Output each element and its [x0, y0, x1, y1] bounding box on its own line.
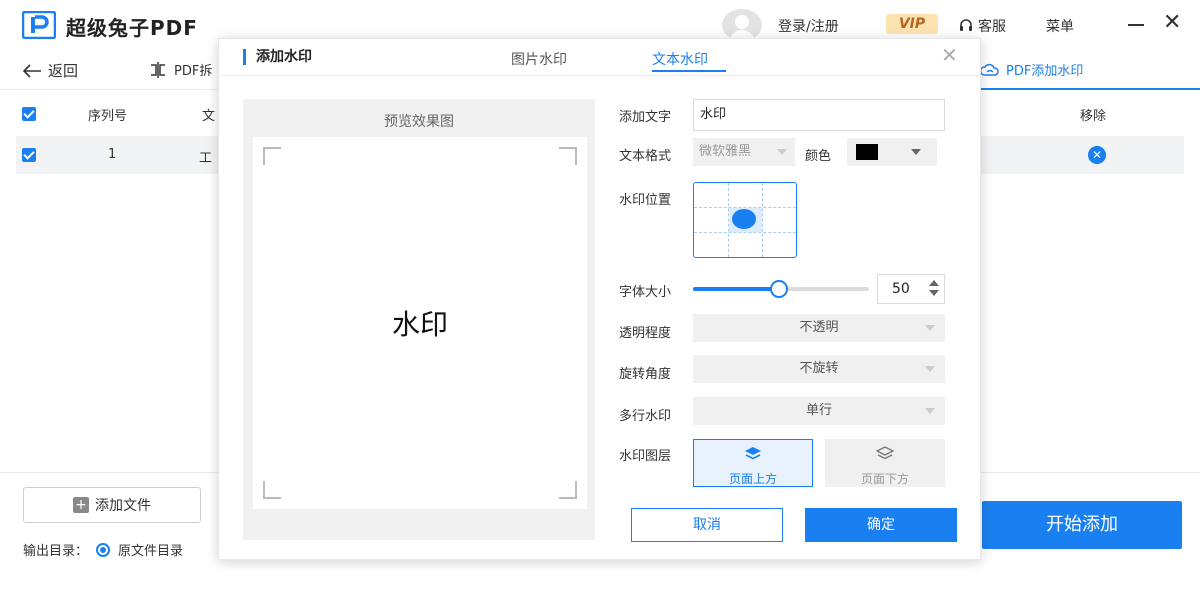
- split-icon: [151, 61, 165, 78]
- label-opacity: 透明程度: [619, 326, 672, 341]
- chevron-down-icon: [777, 149, 787, 155]
- vip-badge[interactable]: VIP: [886, 14, 938, 34]
- col-name-header: 文: [202, 109, 216, 124]
- output-dir-label: 输出目录：: [23, 544, 89, 559]
- active-tab-underline: [652, 70, 726, 72]
- chevron-down-icon: [911, 149, 921, 155]
- remove-icon[interactable]: ✕: [1088, 146, 1106, 164]
- label-font-size: 字体大小: [619, 285, 672, 300]
- output-dir-option[interactable]: 原文件目录: [118, 540, 183, 559]
- tab-image-watermark[interactable]: 图片水印: [511, 49, 567, 69]
- slider-handle[interactable]: [770, 280, 789, 298]
- position-grid[interactable]: [693, 182, 797, 258]
- opacity-select[interactable]: 不透明: [693, 314, 945, 342]
- multiline-value: 单行: [805, 403, 832, 418]
- col-index-header: 序列号: [88, 109, 128, 124]
- back-button[interactable]: 返回: [22, 60, 78, 81]
- window-close-icon[interactable]: ✕: [1163, 12, 1181, 34]
- output-dir-radio[interactable]: [96, 542, 111, 557]
- plus-icon: +: [73, 497, 89, 513]
- active-tool-underline: [980, 88, 1200, 90]
- label-position: 水印位置: [619, 193, 672, 208]
- chevron-down-icon: [925, 366, 935, 372]
- font-select[interactable]: 微软雅黑: [693, 138, 795, 166]
- dialog-title: 添加水印: [243, 49, 312, 65]
- avatar[interactable]: [722, 9, 762, 41]
- col-remove-header: 移除: [1080, 109, 1107, 124]
- opacity-value: 不透明: [799, 320, 839, 335]
- dialog-divider: [219, 75, 980, 76]
- preview-title: 预览效果图: [384, 114, 454, 130]
- crop-corner-icon: [263, 481, 281, 499]
- font-size-input[interactable]: 50: [877, 274, 945, 304]
- tool-pdf-split[interactable]: PDF拆: [148, 60, 212, 79]
- layer-below-button[interactable]: 页面下方: [825, 439, 945, 487]
- color-swatch: [856, 144, 878, 160]
- headset-icon: [960, 19, 972, 31]
- start-add-button[interactable]: 开始添加: [982, 501, 1182, 549]
- layer-below-label: 页面下方: [860, 472, 909, 486]
- label-text-format: 文本格式: [619, 149, 672, 164]
- select-all-checkbox[interactable]: [22, 107, 36, 121]
- tool-pdf-watermark[interactable]: PDF添加水印: [980, 60, 1083, 79]
- preview-panel: 预览效果图 水印: [243, 99, 595, 540]
- crop-corner-icon: [263, 147, 281, 165]
- crop-corner-icon: [559, 481, 577, 499]
- customer-service-button[interactable]: 客服: [958, 16, 1006, 36]
- row-checkbox[interactable]: [22, 148, 36, 162]
- rotation-value: 不旋转: [799, 361, 839, 376]
- preview-watermark-text: 水印: [391, 308, 448, 341]
- row-file-name: 工: [199, 151, 213, 166]
- dialog-close-icon[interactable]: ✕: [941, 45, 958, 65]
- position-marker[interactable]: [732, 209, 756, 229]
- slider-fill: [693, 287, 780, 291]
- layer-above-label: 页面上方: [728, 472, 777, 486]
- label-add-text: 添加文字: [619, 110, 672, 125]
- label-layer: 水印图层: [619, 449, 672, 464]
- font-value: 微软雅黑: [699, 144, 752, 159]
- rotation-select[interactable]: 不旋转: [693, 355, 945, 383]
- preview-page: 水印: [253, 137, 587, 509]
- font-size-slider[interactable]: [693, 280, 869, 298]
- multiline-select[interactable]: 单行: [693, 397, 945, 425]
- row-index: 1: [108, 147, 117, 162]
- layer-above-button[interactable]: 页面上方: [693, 439, 813, 487]
- label-multiline: 多行水印: [619, 409, 672, 424]
- label-color: 颜色: [805, 149, 832, 164]
- label-rotation: 旋转角度: [619, 367, 672, 382]
- back-label: 返回: [48, 62, 79, 80]
- app-title: 超级兔子PDF: [66, 16, 198, 40]
- arrow-left-icon: [22, 63, 41, 78]
- crop-corner-icon: [559, 147, 577, 165]
- color-select[interactable]: [847, 138, 937, 166]
- confirm-button[interactable]: 确定: [805, 508, 957, 542]
- add-file-label: 添加文件: [95, 498, 151, 514]
- tool-label: PDF拆: [174, 64, 213, 79]
- watermark-tool-icon: [980, 63, 999, 76]
- output-dir: 输出目录： 原文件目录: [23, 540, 183, 559]
- tab-text-watermark[interactable]: 文本水印: [652, 49, 708, 69]
- cancel-button[interactable]: 取消: [631, 508, 783, 542]
- layers-outline-icon: [826, 446, 944, 466]
- layers-icon: [694, 446, 812, 466]
- login-link[interactable]: 登录/注册: [778, 16, 839, 36]
- chevron-down-icon: [925, 408, 935, 414]
- add-file-button[interactable]: + 添加文件: [23, 487, 201, 523]
- menu-button[interactable]: 菜单: [1046, 16, 1074, 36]
- active-tool-label: PDF添加水印: [1006, 64, 1084, 79]
- service-label: 客服: [978, 19, 1006, 35]
- chevron-down-icon: [925, 325, 935, 331]
- spin-down-icon[interactable]: [929, 290, 939, 296]
- app-logo-icon: [22, 11, 56, 39]
- minimize-icon[interactable]: [1128, 24, 1144, 26]
- spin-up-icon[interactable]: [929, 280, 939, 286]
- watermark-text-input[interactable]: 水印: [693, 99, 945, 131]
- add-watermark-dialog: 添加水印 图片水印 文本水印 ✕ 预览效果图 水印 添加文字 水印 文本格式 微…: [218, 38, 981, 560]
